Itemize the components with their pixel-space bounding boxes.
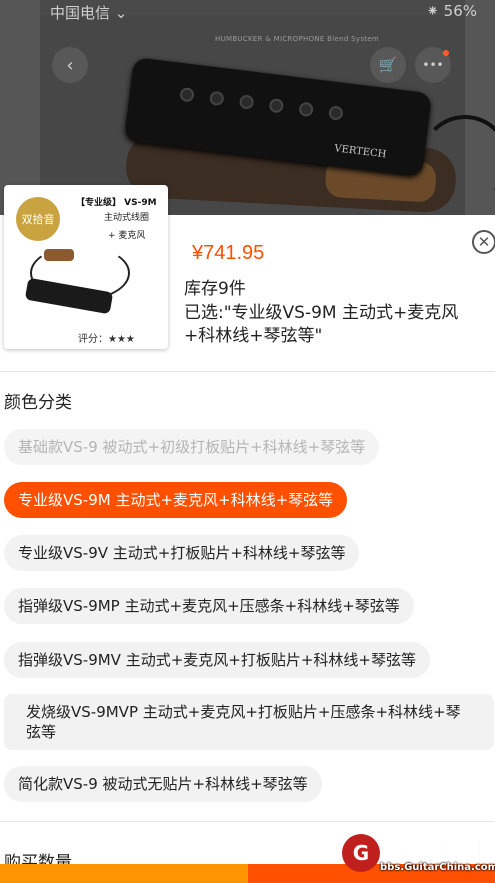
thumbnail-badge: 双拾音 (16, 197, 60, 241)
box-label: HUMBUCKER & MICROPHONE Blend System (215, 35, 380, 43)
thumbnail-title: 【专业级】 VS-9M (76, 198, 157, 208)
thumbnail-rating: 评分：★★★ (78, 334, 135, 345)
thumbnail-line3: + 麦克风 (108, 231, 146, 241)
pickup-pole (298, 101, 314, 118)
thumbnail-jack (44, 249, 74, 261)
sku-stock: 库存9件 (184, 279, 246, 299)
color-option-selected[interactable]: 专业级VS-9M 主动式+麦克风+科林线+琴弦等 (4, 482, 348, 518)
close-button[interactable]: ✕ (472, 230, 495, 254)
watermark-logo-icon: G (342, 834, 380, 872)
pickup-pole (328, 105, 344, 121)
thumbnail-line2: 主动式线圈 (104, 213, 150, 223)
divider (0, 371, 495, 372)
image-margin-left (0, 0, 40, 215)
pickup-pole (268, 97, 285, 114)
option-label: 指弹级VS-9MP 主动式+麦克风+压感条+科林线+琴弦等 (18, 597, 400, 615)
color-section-title: 颜色分类 (4, 393, 72, 413)
close-icon: ✕ (477, 232, 491, 251)
option-label: 简化款VS-9 被动式无贴片+科林线+琴弦等 (18, 775, 308, 793)
cart-icon: 🛒 (378, 56, 398, 74)
back-icon: ‹ (66, 54, 74, 76)
option-label: 指弹级VS-9MV 主动式+麦克风+打板贴片+科林线+琴弦等 (18, 651, 416, 669)
pickup-brand: VERTECH (333, 143, 387, 161)
option-label: 专业级VS-9M 主动式+麦克风+科林线+琴弦等 (18, 491, 334, 509)
option-label: 基础款VS-9 被动式+初级打板贴片+科林线+琴弦等 (18, 438, 366, 456)
color-option[interactable]: 指弹级VS-9MP 主动式+麦克风+压感条+科林线+琴弦等 (4, 588, 414, 624)
color-option[interactable]: 简化款VS-9 被动式无贴片+科林线+琴弦等 (4, 766, 322, 802)
option-label: 专业级VS-9V 主动式+打板贴片+科林线+琴弦等 (18, 544, 346, 562)
more-icon: ••• (422, 58, 444, 72)
notification-dot (443, 50, 449, 56)
divider (0, 821, 495, 822)
product-image-area: HUMBUCKER & MICROPHONE Blend System VERT… (0, 0, 495, 215)
color-option[interactable]: 专业级VS-9V 主动式+打板贴片+科林线+琴弦等 (4, 535, 360, 571)
add-to-cart-button[interactable] (0, 864, 248, 883)
selected-sku-text: 已选:"专业级VS-9M 主动式+麦克风+科林线+琴弦等" (184, 303, 459, 346)
color-option-disabled[interactable]: 基础款VS-9 被动式+初级打板贴片+科林线+琴弦等 (4, 429, 380, 465)
sku-price: ¥741.95 (192, 242, 265, 264)
color-option[interactable]: 指弹级VS-9MV 主动式+麦克风+打板贴片+科林线+琴弦等 (4, 642, 430, 678)
pickup-pole (179, 86, 195, 103)
carrier-status: 中国电信 ⌄ (50, 4, 128, 22)
pickup-pole (238, 94, 255, 110)
site-watermark: G 吉他中国 bbs.GuitarChina.com (342, 832, 495, 876)
cart-button[interactable]: 🛒 (370, 47, 406, 83)
product-thumbnail[interactable]: 双拾音 【专业级】 VS-9M 主动式线圈 + 麦克风 评分：★★★ (4, 185, 168, 349)
color-option[interactable]: 发烧级VS-9MVP 主动式+麦克风+打板贴片+压感条+科林线+琴弦等 (4, 694, 494, 750)
battery-status: ⁕ 56% (426, 2, 477, 20)
option-label: 发烧级VS-9MVP 主动式+麦克风+打板贴片+压感条+科林线+琴弦等 (26, 703, 461, 741)
back-button[interactable]: ‹ (52, 47, 88, 83)
watermark-url: bbs.GuitarChina.com (380, 862, 495, 873)
pickup-pole (209, 90, 225, 107)
